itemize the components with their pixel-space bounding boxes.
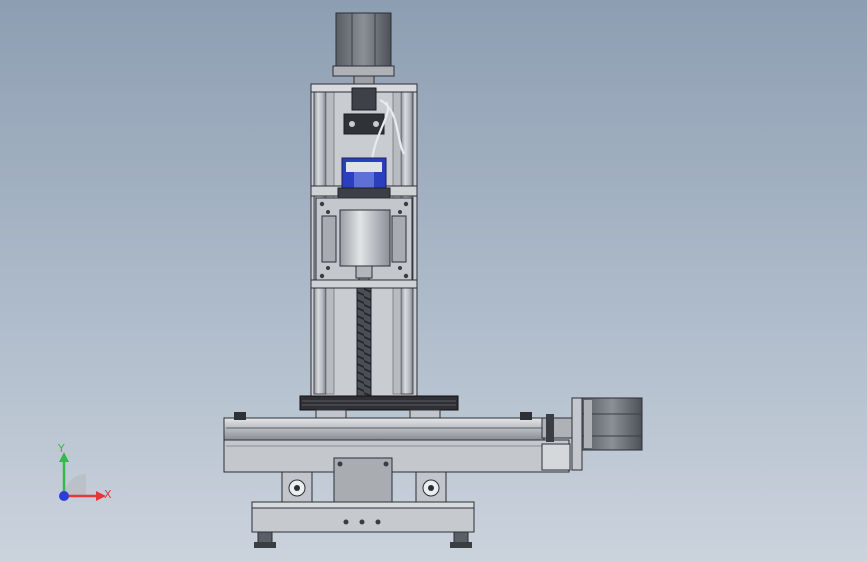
y-axis-label: Y — [58, 442, 65, 455]
coordinate-triad: Y X — [44, 436, 124, 516]
cad-viewport[interactable]: Y X — [0, 0, 867, 562]
base-assembly[interactable] — [251, 457, 475, 548]
x-axis-rail[interactable] — [223, 412, 570, 473]
x-axis-coupling — [541, 397, 583, 471]
cnc-assembly-model[interactable] — [0, 0, 867, 562]
triad-graphic — [59, 452, 106, 501]
z-lower-band — [310, 279, 418, 289]
z-axis-stepper-motor[interactable] — [332, 12, 395, 85]
x-axis-label: X — [104, 488, 112, 501]
x-axis-stepper-motor[interactable] — [581, 397, 643, 451]
z-leadscrew — [356, 287, 372, 399]
spindle-motor-head[interactable] — [337, 157, 391, 199]
z-axis-dot — [59, 491, 69, 501]
